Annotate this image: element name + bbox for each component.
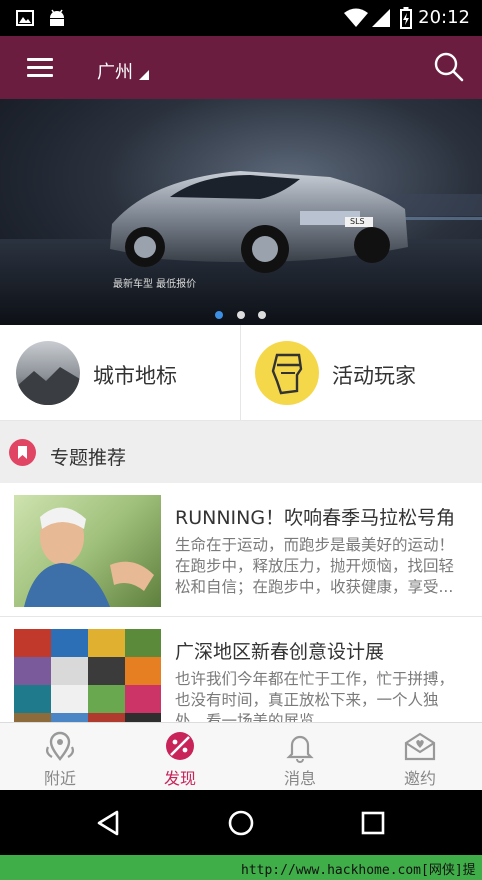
home-icon[interactable] bbox=[227, 809, 255, 837]
nav-discover[interactable]: 发现 bbox=[120, 723, 240, 791]
app-bar: 广州 bbox=[0, 36, 482, 99]
bell-icon bbox=[286, 735, 314, 763]
carousel-dot[interactable] bbox=[215, 311, 223, 319]
wifi-icon bbox=[344, 8, 368, 27]
section-title: 专题推荐 bbox=[50, 447, 127, 469]
license-plate: SLS bbox=[350, 217, 365, 226]
status-time: 20:12 bbox=[418, 7, 470, 28]
bottom-navigation: 附近 发现 消息 邀约 bbox=[0, 722, 482, 790]
category-tiles: 城市地标 活动玩家 bbox=[0, 325, 482, 421]
recents-icon[interactable] bbox=[360, 810, 386, 836]
banner-caption: 最新车型 最低报价 bbox=[113, 279, 197, 290]
category-city-landmark[interactable]: 城市地标 bbox=[0, 325, 240, 421]
banner-carousel[interactable]: 最新车型 最低报价 bbox=[0, 99, 482, 325]
status-bar: 20:12 bbox=[0, 0, 482, 36]
city-selector[interactable]: 广州 bbox=[97, 58, 133, 84]
category-activity-player[interactable]: 活动玩家 bbox=[241, 325, 481, 421]
footer-text: http://www.hackhome.com[网侠]提供 bbox=[241, 863, 476, 878]
section-header: 专题推荐 bbox=[0, 421, 482, 483]
carousel-dot[interactable] bbox=[237, 311, 245, 319]
location-icon bbox=[46, 731, 74, 761]
menu-icon[interactable] bbox=[27, 58, 53, 78]
nav-label: 附近 bbox=[43, 769, 76, 788]
nav-invite[interactable]: 邀约 bbox=[360, 723, 480, 791]
item-description: 生命在于运动，而跑步是最美好的运动！在跑步中，释放压力，抛开烦恼，找回轻松和自信… bbox=[175, 536, 455, 596]
battery-icon bbox=[400, 7, 412, 29]
city-dropdown-caret-icon[interactable] bbox=[139, 70, 149, 80]
item-description: 也许我们今年都在忙于工作，忙于拼搏，也没有时间，真正放松下来，一个人独处，看一场… bbox=[175, 670, 455, 722]
car-banner-image bbox=[0, 171, 482, 325]
item-title: RUNNING！吹响春季马拉松号角 bbox=[175, 507, 456, 529]
running-thumbnail bbox=[14, 495, 161, 607]
system-navigation-bar bbox=[0, 790, 482, 855]
discover-icon bbox=[166, 732, 194, 760]
list-item[interactable]: RUNNING！吹响春季马拉松号角 生命在于运动，而跑步是最美好的运动！在跑步中… bbox=[0, 483, 482, 617]
landmark-photo bbox=[16, 341, 80, 405]
back-icon[interactable] bbox=[95, 809, 121, 837]
android-notification-icon bbox=[50, 9, 64, 26]
item-title: 广深地区新春创意设计展 bbox=[175, 641, 385, 663]
nav-label: 发现 bbox=[163, 769, 196, 788]
list-item[interactable]: 广深地区新春创意设计展 也许我们今年都在忙于工作，忙于拼搏，也没有时间，真正放松… bbox=[0, 617, 482, 722]
signal-icon bbox=[372, 9, 390, 27]
nav-label: 邀约 bbox=[403, 769, 436, 788]
category-label: 城市地标 bbox=[93, 364, 177, 388]
category-label: 活动玩家 bbox=[332, 364, 416, 388]
nav-messages[interactable]: 消息 bbox=[240, 723, 360, 791]
mask-icon bbox=[255, 341, 319, 405]
invite-mail-icon bbox=[404, 732, 436, 761]
carousel-dot[interactable] bbox=[258, 311, 266, 319]
design-expo-thumbnail bbox=[14, 629, 161, 722]
nav-label: 消息 bbox=[283, 769, 316, 788]
image-notification-icon bbox=[16, 10, 34, 26]
nav-nearby[interactable]: 附近 bbox=[0, 723, 120, 791]
bookmark-icon bbox=[9, 439, 36, 466]
search-icon[interactable] bbox=[434, 52, 464, 82]
watermark-footer: http://www.hackhome.com[网侠]提供 bbox=[0, 855, 482, 880]
